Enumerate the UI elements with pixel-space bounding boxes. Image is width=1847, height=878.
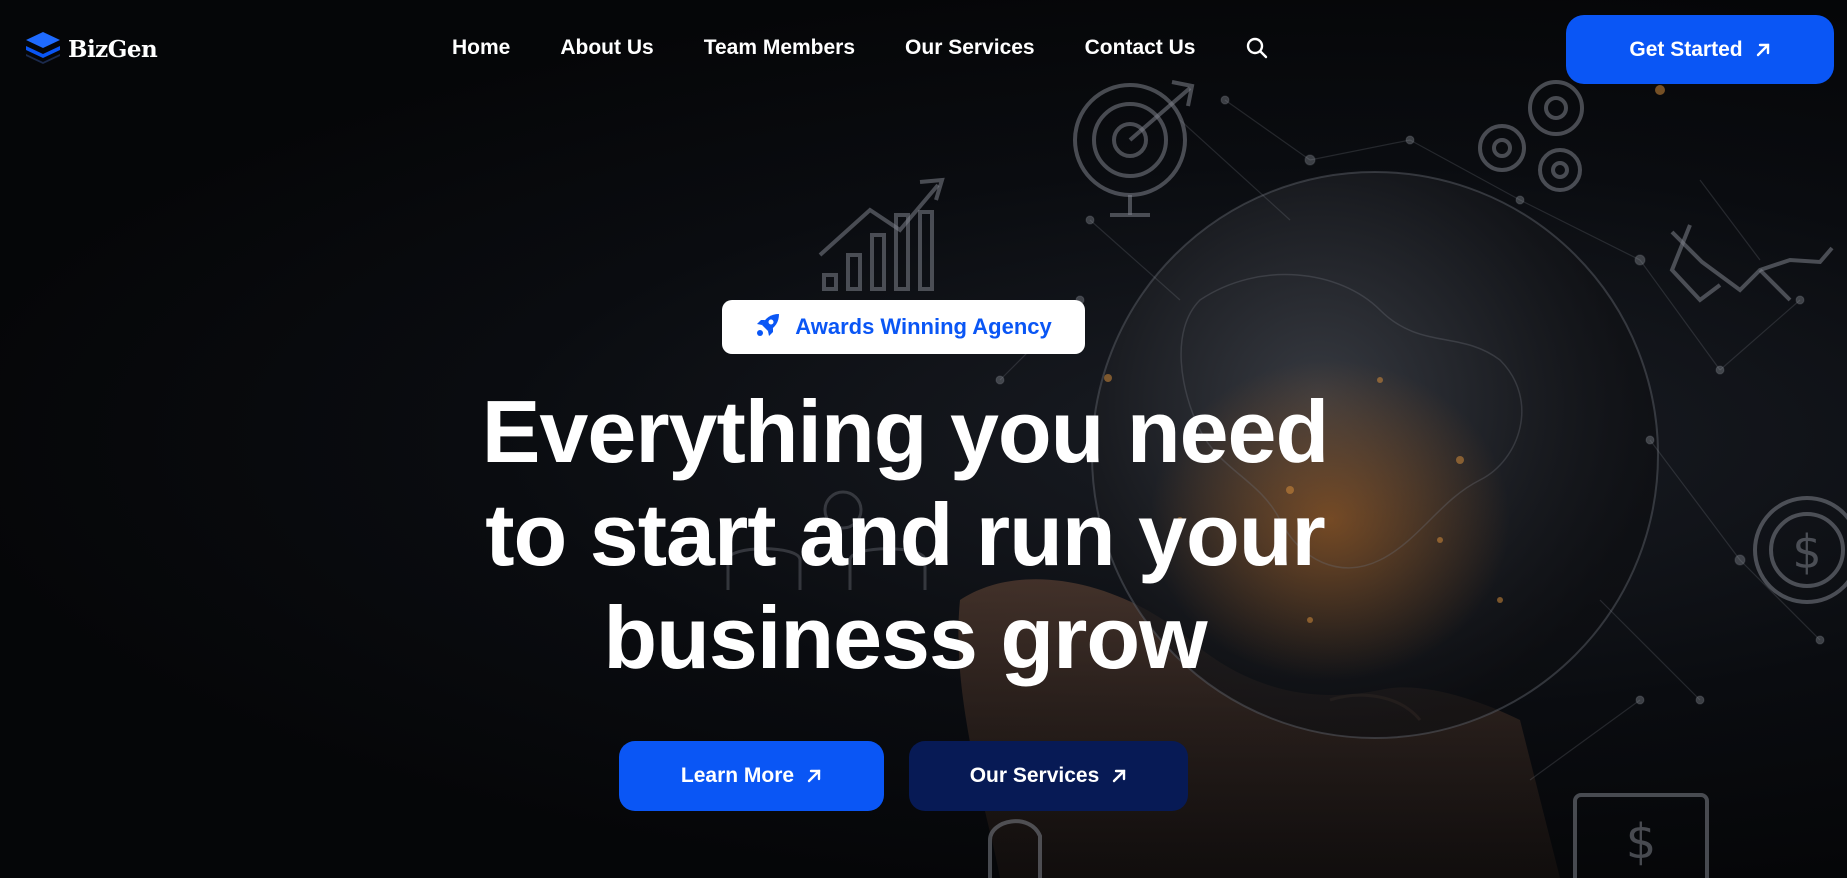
logo[interactable]: BizGen [24, 30, 158, 69]
badge-label: Awards Winning Agency [795, 314, 1052, 339]
brand-name: BizGen [68, 36, 158, 63]
headline-line-2: to start and run your [485, 485, 1326, 584]
site-header: BizGen Home About Us Team Members Our Se… [0, 0, 1847, 100]
our-services-button[interactable]: Our Services [909, 741, 1188, 811]
nav-item-our-services[interactable]: Our Services [905, 36, 1035, 60]
nav-item-contact-us[interactable]: Contact Us [1085, 36, 1196, 60]
headline-line-1: Everything you need [481, 382, 1330, 481]
main-nav: Home About Us Team Members Our Services … [452, 36, 1269, 60]
arrow-up-right-icon [1755, 42, 1771, 58]
svg-text:$: $ [1792, 525, 1821, 579]
logo-icon [24, 30, 62, 69]
nav-item-team-members[interactable]: Team Members [704, 36, 855, 60]
learn-more-label: Learn More [680, 764, 795, 787]
arrow-up-right-icon [806, 768, 822, 784]
awards-badge: Awards Winning Agency [722, 300, 1085, 354]
get-started-button[interactable]: Get Started [1566, 15, 1834, 84]
our-services-label: Our Services [969, 764, 1100, 787]
nav-item-home[interactable]: Home [452, 36, 510, 60]
headline-line-3: business grow [603, 588, 1207, 687]
nav-item-about-us[interactable]: About Us [560, 36, 653, 60]
get-started-label: Get Started [1629, 37, 1743, 61]
hero-headline: Everything you need to start and run you… [360, 380, 1450, 689]
rocket-icon [755, 312, 781, 343]
learn-more-button[interactable]: Learn More [619, 741, 884, 811]
search-icon[interactable] [1245, 36, 1269, 60]
arrow-up-right-icon [1111, 768, 1127, 784]
svg-text:$: $ [1626, 814, 1657, 870]
